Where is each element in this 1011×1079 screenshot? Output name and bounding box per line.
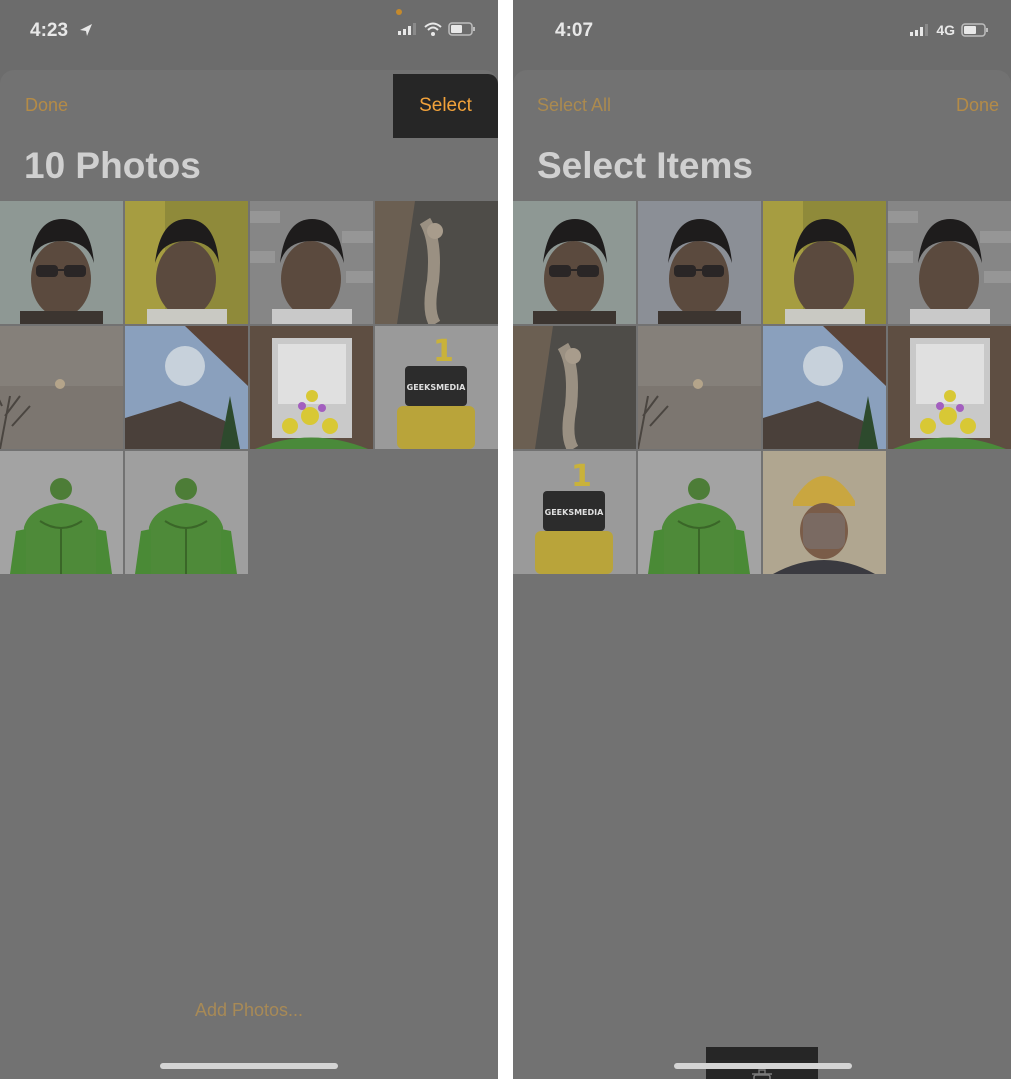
home-indicator[interactable] xyxy=(674,1063,852,1069)
page-title: Select Items xyxy=(537,145,753,186)
photo-thumbnail[interactable] xyxy=(513,326,636,449)
status-icons xyxy=(398,22,476,36)
photo-thumbnail[interactable] xyxy=(763,451,886,574)
svg-text:1: 1 xyxy=(433,334,454,369)
photo-thumbnail[interactable] xyxy=(375,201,498,324)
cake-topper-text: GEEKSMEDIA xyxy=(407,383,467,392)
album-sheet: Select All Done Select Items GEEKSMEDIA … xyxy=(513,70,1011,1079)
add-photos-button[interactable]: Add Photos... xyxy=(0,1000,498,1021)
photo-thumbnail[interactable] xyxy=(0,451,123,574)
photo-thumbnail[interactable] xyxy=(125,326,248,449)
photo-thumbnail[interactable] xyxy=(638,201,761,324)
photo-thumbnail[interactable] xyxy=(250,201,373,324)
done-button[interactable]: Done xyxy=(956,95,999,116)
battery-icon xyxy=(961,23,988,37)
status-bar: 4:23 xyxy=(0,0,498,62)
photo-grid: GEEKSMEDIA 1 xyxy=(0,201,498,574)
photo-thumbnail[interactable]: GEEKSMEDIA 1 xyxy=(375,326,498,449)
photo-thumbnail[interactable] xyxy=(638,326,761,449)
photo-thumbnail[interactable] xyxy=(638,451,761,574)
trash-icon xyxy=(752,1069,772,1079)
svg-text:1: 1 xyxy=(571,459,592,494)
select-items-screen: 4:07 4G Select All Done Select Items GEE… xyxy=(513,0,1011,1079)
camera-indicator-icon xyxy=(396,9,402,15)
home-indicator[interactable] xyxy=(160,1063,338,1069)
status-bar: 4:07 4G xyxy=(513,0,1011,62)
photo-thumbnail[interactable] xyxy=(0,326,123,449)
photos-screen: 4:23 Done Select 10 Photos GEEKSMEDIA 1 … xyxy=(0,0,498,1079)
select-button[interactable]: Select xyxy=(393,74,498,138)
status-time: 4:07 xyxy=(555,20,594,41)
wifi-icon xyxy=(424,22,442,36)
page-title: 10 Photos xyxy=(24,145,201,186)
photo-thumbnail[interactable] xyxy=(513,201,636,324)
photo-thumbnail[interactable] xyxy=(888,326,1011,449)
cake-topper-text: GEEKSMEDIA xyxy=(545,508,605,517)
photo-thumbnail[interactable] xyxy=(763,326,886,449)
signal-icon xyxy=(910,24,929,36)
network-type-label: 4G xyxy=(936,22,955,38)
battery-icon xyxy=(448,22,475,36)
status-icons: 4G xyxy=(910,22,989,38)
select-all-button[interactable]: Select All xyxy=(537,95,611,116)
photo-thumbnail[interactable] xyxy=(125,451,248,574)
album-sheet: Done Select 10 Photos GEEKSMEDIA 1 Add P… xyxy=(0,70,498,1079)
done-button[interactable]: Done xyxy=(25,95,68,116)
photo-thumbnail[interactable] xyxy=(0,201,123,324)
photo-thumbnail[interactable] xyxy=(763,201,886,324)
photo-thumbnail[interactable] xyxy=(250,326,373,449)
signal-icon xyxy=(398,23,416,35)
photo-thumbnail[interactable]: GEEKSMEDIA 1 xyxy=(513,451,636,574)
location-arrow-icon xyxy=(80,24,92,36)
photo-grid: GEEKSMEDIA 1 xyxy=(513,201,1011,574)
photo-thumbnail[interactable] xyxy=(888,201,1011,324)
photo-thumbnail[interactable] xyxy=(125,201,248,324)
status-time: 4:23 xyxy=(30,20,69,41)
